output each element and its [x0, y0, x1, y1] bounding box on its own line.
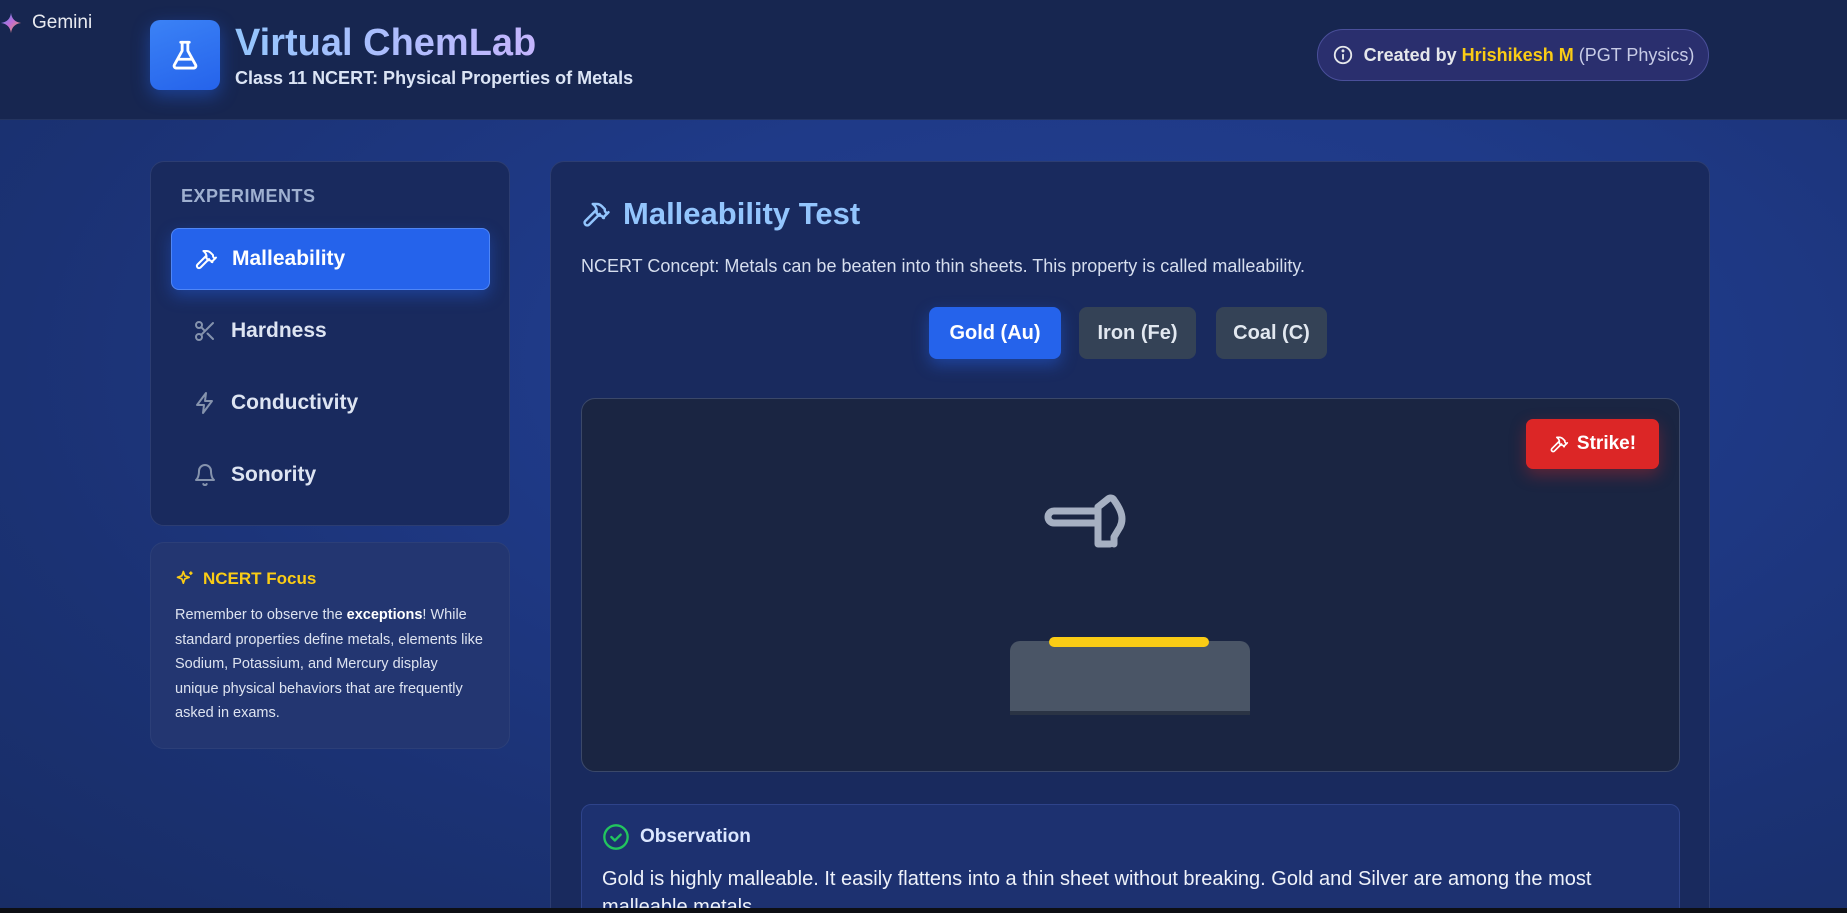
sidebar-item-label: Malleability — [232, 247, 346, 270]
ncert-focus-panel: NCERT Focus Remember to observe the exce… — [150, 542, 510, 749]
credit-name: Hrishikesh M — [1461, 44, 1574, 65]
gemini-star-icon — [0, 12, 22, 34]
focus-body: Remember to observe the exceptions! Whil… — [175, 603, 485, 726]
focus-title: NCERT Focus — [203, 569, 317, 588]
focus-title-row: NCERT Focus — [175, 569, 485, 589]
header-bar: Gemini Virtual ChemLab Class 11 NCERT: P… — [0, 0, 1847, 120]
credit-role: (PGT Physics) — [1578, 44, 1695, 65]
credit-text: Created by Hrishikesh M (PGT Physics) — [1364, 45, 1695, 66]
sidebar-item-label: Hardness — [231, 319, 327, 342]
sidebar-item-conductivity[interactable]: Conductivity — [171, 372, 490, 434]
metal-button-gold[interactable]: Gold (Au) — [929, 307, 1061, 359]
experiment-stage: Strike! — [581, 398, 1680, 772]
sidebar-item-label: Conductivity — [231, 391, 359, 414]
gemini-badge[interactable]: Gemini — [0, 12, 92, 34]
credit-badge: Created by Hrishikesh M (PGT Physics) — [1317, 29, 1709, 81]
hammer-icon — [583, 202, 610, 227]
app-page: Gemini Virtual ChemLab Class 11 NCERT: P… — [0, 0, 1847, 908]
hammer-icon — [1550, 436, 1569, 453]
sidebar-item-sonority[interactable]: Sonority — [171, 444, 490, 506]
flask-icon — [172, 40, 198, 70]
anvil-base — [1010, 711, 1250, 715]
observation-panel: Observation Gold is highly malleable. It… — [581, 804, 1680, 908]
app-title: Virtual ChemLab — [235, 22, 537, 64]
sidebar-item-hardness[interactable]: Hardness — [171, 300, 490, 362]
experiments-panel: EXPERIMENTS Malleability Hardness Conduc… — [150, 161, 510, 526]
check-circle-icon — [603, 824, 629, 850]
experiments-heading: EXPERIMENTS — [181, 186, 316, 206]
focus-text-before: Remember to observe the — [175, 607, 347, 623]
sparkles-icon — [176, 570, 193, 584]
scissors-icon — [195, 321, 214, 341]
anvil — [1010, 641, 1250, 713]
strike-button[interactable]: Strike! — [1526, 419, 1659, 469]
sidebar-item-label: Sonority — [231, 463, 317, 486]
app-subtitle: Class 11 NCERT: Physical Properties of M… — [235, 68, 634, 88]
focus-text-bold: exceptions — [346, 607, 423, 623]
sidebar-item-malleability[interactable]: Malleability — [171, 228, 490, 290]
metal-button-coal[interactable]: Coal (C) — [1216, 307, 1327, 359]
bell-icon — [195, 464, 215, 487]
experiment-title: Malleability Test — [623, 196, 861, 231]
info-icon — [1333, 45, 1352, 65]
hammer-icon — [195, 250, 217, 270]
gold-sheet — [1049, 637, 1209, 647]
observation-title: Observation — [640, 826, 751, 847]
observation-text: Gold is highly malleable. It easily flat… — [602, 868, 1592, 908]
credit-prefix: Created by — [1363, 44, 1457, 65]
metal-button-iron[interactable]: Iron (Fe) — [1079, 307, 1196, 359]
concept-text: NCERT Concept: Metals can be beaten into… — [581, 256, 1306, 276]
experiment-title-row: Malleability Test — [581, 196, 860, 232]
hammer-illustration-icon — [1044, 494, 1126, 548]
observation-title-row: Observation — [602, 823, 1659, 851]
lightning-icon — [196, 392, 213, 414]
focus-text-after: ! While standard properties define metal… — [175, 607, 483, 721]
app-logo — [150, 20, 220, 90]
main-panel: Malleability Test NCERT Concept: Metals … — [550, 161, 1710, 908]
gemini-label: Gemini — [32, 12, 93, 33]
strike-label: Strike! — [1576, 433, 1637, 454]
window-bottom-edge — [0, 908, 1847, 913]
